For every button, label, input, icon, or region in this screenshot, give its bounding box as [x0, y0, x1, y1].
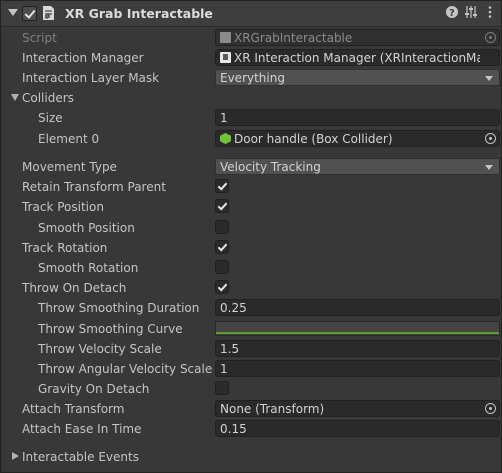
size-value: 1 — [220, 111, 228, 125]
help-icon[interactable]: ? — [444, 5, 460, 21]
size-row: Size 1 — [1, 108, 501, 128]
interaction-layer-mask-row: Interaction Layer Mask Everything — [1, 68, 501, 88]
throw-angular-velocity-scale-label: Throw Angular Velocity Scale — [38, 362, 213, 376]
script-label: Script — [22, 31, 57, 45]
throw-angular-velocity-scale-field[interactable]: 1 — [215, 360, 500, 377]
interactable-events-row[interactable]: Interactable Events — [1, 447, 501, 467]
element0-value: Door handle (Box Collider) — [234, 132, 393, 146]
interactable-events-label: Interactable Events — [22, 450, 139, 464]
interaction-manager-label: Interaction Manager — [22, 51, 144, 65]
inspector-panel: # XR Grab Interactable ? Script XRGrabIn… — [0, 0, 502, 473]
track-rotation-label: Track Rotation — [22, 241, 108, 255]
track-position-checkbox[interactable] — [215, 199, 229, 213]
track-position-row: Track Position — [1, 197, 501, 217]
track-rotation-checkbox[interactable] — [215, 240, 229, 254]
component-title: XR Grab Interactable — [65, 6, 213, 21]
movement-type-value: Velocity Tracking — [220, 160, 321, 174]
throw-velocity-scale-row: Throw Velocity Scale 1.5 — [1, 339, 501, 359]
interaction-layer-mask-dropdown[interactable]: Everything — [215, 69, 500, 86]
attach-ease-in-time-row: Attach Ease In Time 0.15 — [1, 419, 501, 439]
script-icon: # — [43, 6, 54, 21]
attach-transform-row: Attach Transform None (Transform) — [1, 399, 501, 419]
attach-ease-in-time-field[interactable]: 0.15 — [215, 420, 500, 437]
track-rotation-row: Track Rotation — [1, 238, 501, 258]
object-picker-icon — [485, 32, 496, 43]
colliders-foldout-icon[interactable] — [11, 94, 19, 101]
throw-velocity-scale-field[interactable]: 1.5 — [215, 340, 500, 357]
smooth-position-row: Smooth Position — [1, 218, 501, 238]
throw-on-detach-label: Throw On Detach — [22, 281, 127, 295]
throw-angular-velocity-scale-row: Throw Angular Velocity Scale 1 — [1, 359, 501, 379]
colliders-row[interactable]: Colliders — [1, 88, 501, 108]
throw-velocity-scale-value: 1.5 — [220, 342, 240, 356]
script-file-icon — [220, 32, 231, 43]
attach-transform-value: None (Transform) — [220, 402, 325, 416]
script-field: XRGrabInteractable — [215, 29, 500, 46]
interaction-layer-mask-value: Everything — [220, 71, 285, 85]
gravity-on-detach-row: Gravity On Detach — [1, 379, 501, 399]
colliders-label: Colliders — [22, 91, 74, 105]
throw-smoothing-curve-field[interactable] — [215, 321, 500, 336]
size-field[interactable]: 1 — [215, 109, 500, 126]
throw-angular-velocity-scale-value: 1 — [220, 362, 228, 376]
preset-icon[interactable] — [463, 5, 479, 21]
smooth-rotation-row: Smooth Rotation — [1, 258, 501, 278]
foldout-arrow-icon[interactable] — [8, 9, 18, 16]
script-value: XRGrabInteractable — [234, 31, 353, 45]
throw-smoothing-duration-row: Throw Smoothing Duration 0.25 — [1, 298, 501, 318]
movement-type-dropdown[interactable]: Velocity Tracking — [215, 158, 500, 175]
smooth-rotation-checkbox[interactable] — [215, 260, 229, 274]
element0-field[interactable]: Door handle (Box Collider) — [215, 130, 500, 147]
interactable-events-foldout-icon[interactable] — [12, 452, 19, 460]
movement-type-label: Movement Type — [22, 160, 117, 174]
throw-smoothing-duration-field[interactable]: 0.25 — [215, 299, 500, 316]
element0-label: Element 0 — [38, 132, 100, 146]
throw-velocity-scale-label: Throw Velocity Scale — [38, 342, 162, 356]
gravity-on-detach-checkbox[interactable] — [215, 381, 229, 395]
dropdown-arrow-icon — [485, 165, 493, 170]
throw-smoothing-duration-label: Throw Smoothing Duration — [38, 301, 200, 315]
throw-smoothing-curve-label: Throw Smoothing Curve — [38, 322, 183, 336]
throw-smoothing-curve-row: Throw Smoothing Curve — [1, 319, 501, 339]
script-row: Script XRGrabInteractable — [1, 28, 501, 48]
svg-text:#: # — [44, 12, 51, 21]
retain-transform-parent-row: Retain Transform Parent — [1, 177, 501, 197]
box-collider-icon — [220, 133, 231, 144]
gravity-on-detach-label: Gravity On Detach — [38, 382, 150, 396]
component-enabled-checkbox[interactable] — [22, 6, 37, 21]
interaction-manager-icon — [220, 52, 231, 63]
throw-on-detach-checkbox[interactable] — [215, 280, 229, 294]
attach-transform-label: Attach Transform — [22, 402, 125, 416]
interaction-manager-field[interactable]: XR Interaction Manager (XRInteractionMan… — [215, 49, 500, 66]
smooth-rotation-label: Smooth Rotation — [38, 261, 139, 275]
throw-on-detach-row: Throw On Detach — [1, 278, 501, 298]
track-position-label: Track Position — [22, 200, 104, 214]
retain-transform-parent-checkbox[interactable] — [215, 179, 229, 193]
smooth-position-label: Smooth Position — [38, 221, 135, 235]
interaction-layer-mask-label: Interaction Layer Mask — [22, 71, 160, 85]
component-header[interactable]: # XR Grab Interactable ? — [1, 1, 501, 27]
more-menu-icon[interactable] — [482, 5, 498, 21]
dropdown-arrow-icon — [485, 76, 493, 81]
size-label: Size — [38, 111, 63, 125]
object-picker-icon[interactable] — [485, 133, 496, 144]
smooth-position-checkbox[interactable] — [215, 220, 229, 234]
movement-type-row: Movement Type Velocity Tracking — [1, 157, 501, 177]
interaction-manager-value: XR Interaction Manager (XRInteractionMan… — [234, 51, 480, 65]
object-picker-icon[interactable] — [485, 403, 496, 414]
svg-text:?: ? — [449, 8, 455, 19]
attach-ease-in-time-label: Attach Ease In Time — [22, 422, 142, 436]
attach-transform-field[interactable]: None (Transform) — [215, 400, 500, 417]
throw-smoothing-duration-value: 0.25 — [220, 301, 247, 315]
retain-transform-parent-label: Retain Transform Parent — [22, 180, 166, 194]
interaction-manager-row: Interaction Manager XR Interaction Manag… — [1, 48, 501, 68]
element0-row: Element 0 Door handle (Box Collider) — [1, 129, 501, 149]
attach-ease-in-time-value: 0.15 — [220, 422, 247, 436]
